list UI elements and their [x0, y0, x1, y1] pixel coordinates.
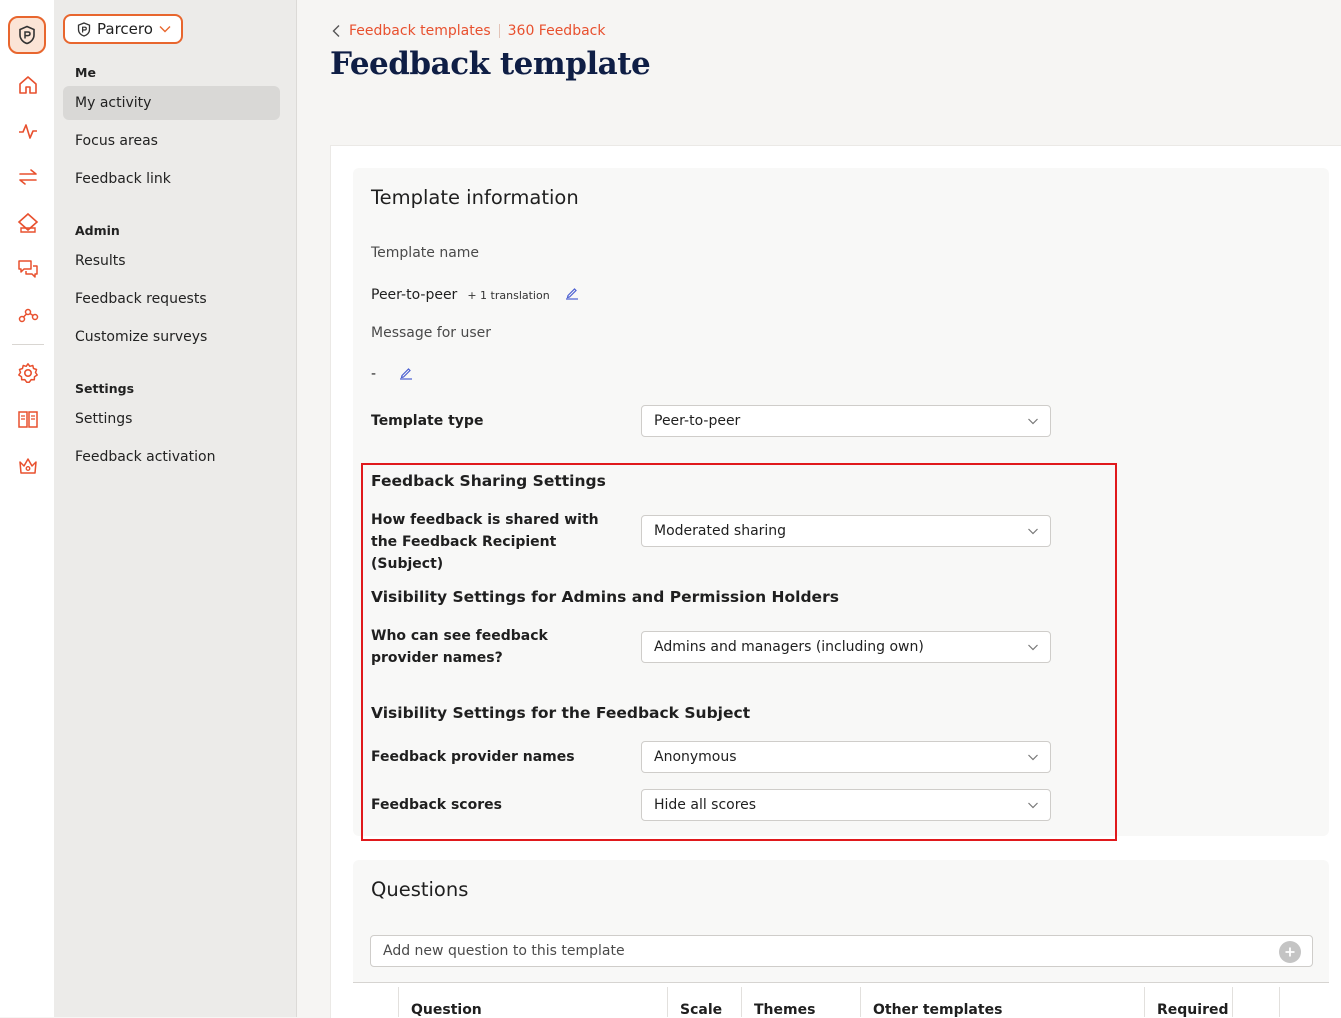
add-question-input[interactable]: Add new question to this template — [370, 935, 1313, 967]
chevron-left-icon[interactable] — [331, 24, 341, 38]
how-shared-select[interactable]: Moderated sharing — [641, 515, 1051, 547]
page-title: Feedback template — [330, 46, 651, 82]
provider-names-select[interactable]: Anonymous — [641, 741, 1051, 773]
who-can-see-select[interactable]: Admins and managers (including own) — [641, 631, 1051, 663]
exchange-icon[interactable] — [15, 164, 41, 190]
breadcrumb-current-link[interactable]: 360 Feedback — [508, 23, 606, 39]
breadcrumb-parent-link[interactable]: Feedback templates — [349, 23, 491, 39]
column-divider — [1144, 987, 1145, 1017]
network-icon[interactable] — [15, 302, 41, 328]
nav-item-feedback-requests[interactable]: Feedback requests — [75, 291, 207, 307]
chevron-down-icon — [159, 26, 171, 33]
org-name: Parcero — [97, 20, 153, 38]
nav-item-feedback-activation[interactable]: Feedback activation — [75, 449, 215, 465]
org-switcher[interactable]: Parcero — [63, 14, 183, 44]
feedback-scores-value: Hide all scores — [654, 797, 757, 813]
nav-item-my-activity[interactable]: My activity — [75, 95, 151, 111]
chevron-down-icon — [1028, 644, 1038, 651]
breadcrumb: Feedback templates 360 Feedback — [331, 23, 605, 39]
breadcrumb-divider — [498, 24, 500, 38]
questions-heading: Questions — [371, 878, 469, 901]
template-information-heading: Template information — [371, 186, 579, 209]
nav-item-focus-areas[interactable]: Focus areas — [75, 133, 158, 149]
chevron-down-icon — [1028, 754, 1038, 761]
org-shield-icon — [77, 21, 91, 37]
template-name-label: Template name — [371, 245, 480, 261]
app-logo-icon[interactable] — [8, 16, 46, 54]
template-type-select[interactable]: Peer-to-peer — [641, 405, 1051, 437]
translation-note: + 1 translation — [467, 289, 550, 302]
edit-name-icon[interactable] — [565, 286, 579, 300]
column-required[interactable]: Required — [1157, 1002, 1228, 1018]
section-label-me: Me — [75, 65, 96, 80]
column-divider — [1232, 987, 1233, 1017]
how-shared-value: Moderated sharing — [654, 523, 787, 539]
column-divider — [860, 987, 861, 1017]
how-shared-label: How feedback is shared with the Feedback… — [371, 512, 599, 572]
feedback-scores-select[interactable]: Hide all scores — [641, 789, 1051, 821]
activity-icon[interactable] — [15, 118, 41, 144]
sharing-heading: Feedback Sharing Settings — [371, 472, 606, 490]
feedback-scores-label: Feedback scores — [371, 797, 502, 813]
template-type-label: Template type — [371, 413, 484, 429]
template-name-value: Peer-to-peer — [371, 287, 458, 303]
template-name-row: Peer-to-peer + 1 translation — [371, 287, 550, 303]
edit-message-icon[interactable] — [399, 366, 413, 380]
column-scale[interactable]: Scale — [680, 1002, 722, 1018]
sidebar: Parcero Me My activity Focus areas Feedb… — [54, 0, 297, 1017]
column-divider — [667, 987, 668, 1017]
column-other-templates[interactable]: Other templates — [873, 1002, 1002, 1018]
badge-icon[interactable] — [15, 210, 41, 236]
gear-icon[interactable] — [15, 360, 41, 386]
add-question-plus-icon[interactable] — [1279, 941, 1301, 963]
chat-icon[interactable] — [15, 256, 41, 282]
nav-item-feedback-link[interactable]: Feedback link — [75, 171, 171, 187]
who-can-see-label: Who can see feedback provider names? — [371, 628, 548, 666]
provider-names-value: Anonymous — [654, 749, 737, 765]
book-icon[interactable] — [15, 406, 41, 432]
icon-rail — [0, 0, 55, 1017]
chevron-down-icon — [1028, 802, 1038, 809]
column-question[interactable]: Question — [411, 1002, 482, 1018]
column-divider — [741, 987, 742, 1017]
chevron-down-icon — [1028, 418, 1038, 425]
crown-icon[interactable] — [15, 453, 41, 479]
nav-item-settings[interactable]: Settings — [75, 411, 132, 427]
nav-item-results[interactable]: Results — [75, 253, 126, 269]
template-type-value: Peer-to-peer — [654, 413, 741, 429]
subject-visibility-heading: Visibility Settings for the Feedback Sub… — [371, 704, 751, 722]
message-label: Message for user — [371, 325, 492, 341]
section-label-admin: Admin — [75, 223, 120, 238]
column-divider — [398, 987, 399, 1017]
rail-divider — [12, 344, 44, 345]
provider-names-label: Feedback provider names — [371, 749, 575, 765]
column-themes[interactable]: Themes — [754, 1002, 815, 1018]
chevron-down-icon — [1028, 528, 1038, 535]
section-label-settings: Settings — [75, 381, 135, 396]
home-icon[interactable] — [15, 72, 41, 98]
column-divider — [1279, 987, 1280, 1017]
admin-visibility-heading: Visibility Settings for Admins and Permi… — [371, 588, 839, 606]
add-question-placeholder: Add new question to this template — [383, 943, 625, 959]
nav-item-customize-surveys[interactable]: Customize surveys — [75, 329, 207, 345]
who-can-see-value: Admins and managers (including own) — [654, 639, 924, 655]
message-value: - — [371, 366, 377, 382]
